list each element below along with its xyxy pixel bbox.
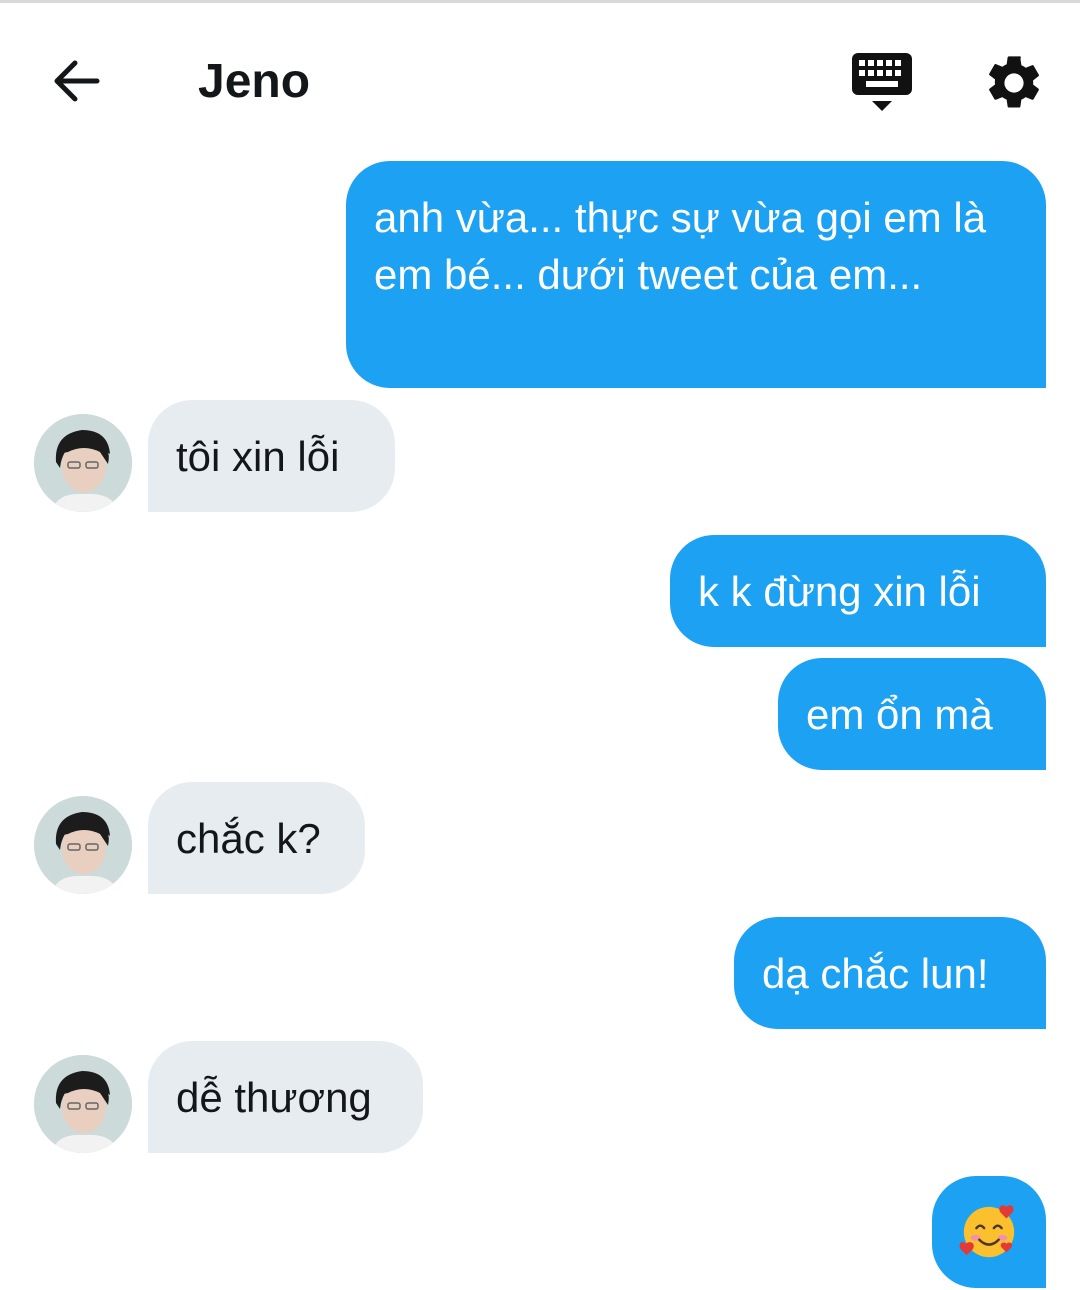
contact-photo-icon (34, 1055, 132, 1153)
contact-photo-icon (34, 796, 132, 894)
conversation-title: Jeno (198, 55, 311, 108)
message-bubble-received[interactable]: chắc k? (148, 782, 365, 894)
message-bubble-sent[interactable]: em ổn mà (778, 658, 1046, 770)
message-bubble-sent[interactable]: k k đừng xin lỗi (670, 535, 1046, 647)
avatar[interactable] (34, 414, 132, 512)
smiling-face-with-hearts-icon (959, 1205, 1015, 1258)
back-button[interactable] (44, 51, 108, 111)
gear-icon (989, 56, 1039, 108)
arrow-left-icon (54, 60, 100, 102)
keyboard-button[interactable] (848, 51, 916, 115)
keyboard-icon (852, 53, 912, 111)
avatar[interactable] (34, 796, 132, 894)
conversation-header: Jeno (0, 3, 1080, 153)
avatar[interactable] (34, 1055, 132, 1153)
message-bubble-received[interactable]: tôi xin lỗi (148, 400, 395, 512)
settings-button[interactable] (982, 51, 1046, 115)
message-bubble-sent[interactable]: dạ chắc lun! (734, 917, 1046, 1029)
message-bubble-received[interactable]: dễ thương (148, 1041, 423, 1153)
contact-photo-icon (34, 414, 132, 512)
message-bubble-sent[interactable]: anh vừa... thực sự vừa gọi em là em bé..… (346, 161, 1046, 388)
message-bubble-sent[interactable] (932, 1176, 1046, 1288)
